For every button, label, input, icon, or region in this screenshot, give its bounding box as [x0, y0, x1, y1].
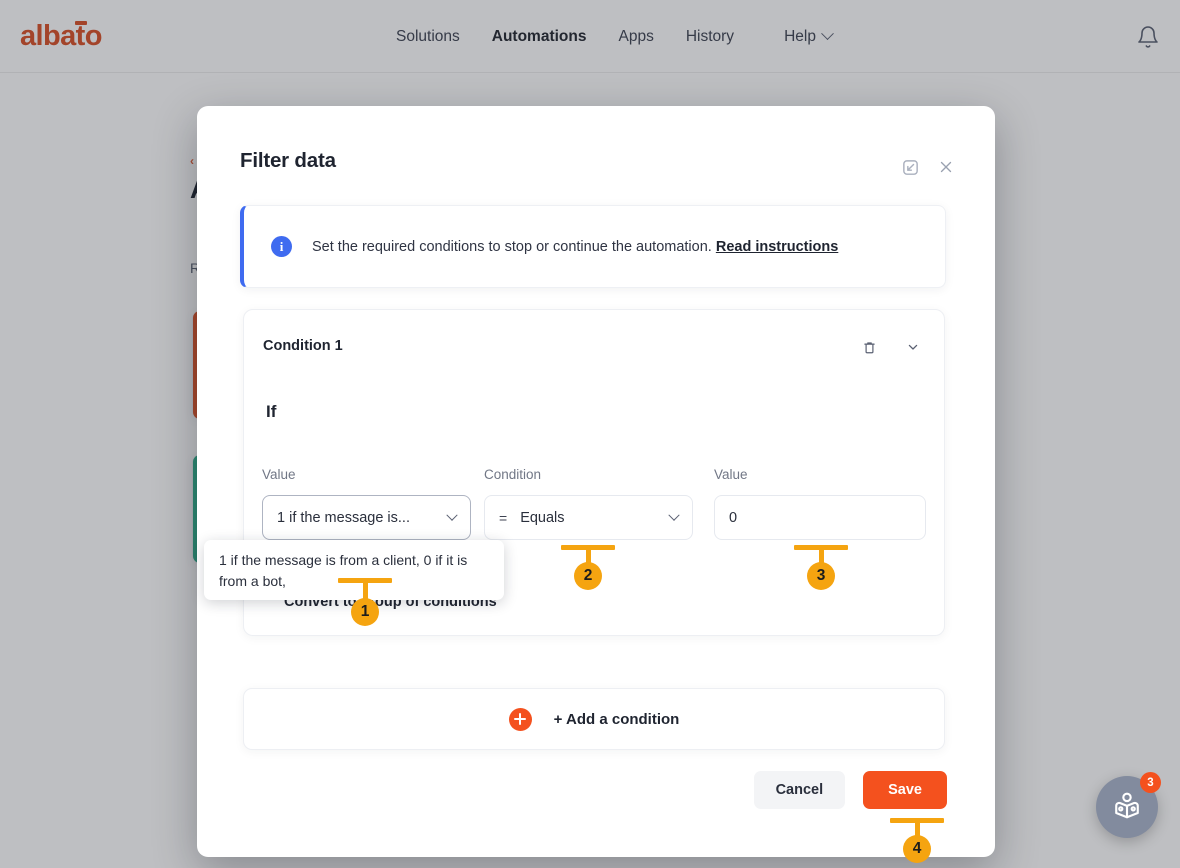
marker-number: 2 — [574, 562, 602, 590]
chevron-down-icon — [446, 509, 457, 520]
info-banner-text: Set the required conditions to stop or c… — [312, 239, 838, 255]
modal-footer: Cancel Save — [754, 771, 947, 809]
condition-fields-row: 1 if the message is... = Equals 0 — [262, 495, 932, 541]
condition-heading: Condition 1 — [263, 338, 343, 354]
app-root: albato Solutions Automations Apps Histor… — [0, 0, 1180, 868]
operator-symbol: = — [499, 510, 507, 526]
label-condition: Condition — [484, 467, 541, 482]
condition-operator-select[interactable]: = Equals — [484, 495, 693, 540]
condition-operator-value: Equals — [520, 510, 662, 526]
marker-number: 3 — [807, 562, 835, 590]
label-value-left: Value — [262, 467, 296, 482]
add-condition-button[interactable]: + Add a condition — [243, 688, 945, 750]
modal-header-actions — [899, 156, 957, 178]
value-left-select-value: 1 if the message is... — [277, 510, 440, 526]
reader-icon — [1110, 790, 1144, 824]
trash-icon[interactable] — [858, 336, 880, 358]
save-button[interactable]: Save — [863, 771, 947, 809]
label-value-right: Value — [714, 467, 748, 482]
cancel-button[interactable]: Cancel — [754, 771, 846, 809]
condition-card-actions — [858, 336, 924, 358]
modal-title: Filter data — [240, 149, 336, 173]
field-labels-row: Value Condition Value — [262, 467, 926, 485]
helper-widget-button[interactable]: 3 — [1096, 776, 1158, 838]
info-banner: i Set the required conditions to stop or… — [240, 205, 946, 288]
plus-circle-icon — [509, 708, 532, 731]
helper-badge-count: 3 — [1140, 772, 1161, 793]
marker-number: 4 — [903, 835, 931, 863]
chevron-down-icon — [668, 509, 679, 520]
info-icon: i — [271, 236, 292, 257]
add-condition-label: + Add a condition — [554, 711, 680, 728]
collapse-window-icon[interactable] — [899, 156, 921, 178]
filter-data-modal: Filter data i Set the required condition… — [197, 106, 995, 857]
value-right-input-wrap[interactable]: 0 — [714, 495, 926, 540]
close-icon[interactable] — [935, 156, 957, 178]
marker-stem — [363, 578, 368, 600]
marker-number: 1 — [351, 598, 379, 626]
chevron-down-icon[interactable] — [902, 336, 924, 358]
read-instructions-link[interactable]: Read instructions — [716, 239, 838, 255]
value-right-input[interactable]: 0 — [729, 510, 911, 526]
value-field-tooltip: 1 if the message is from a client, 0 if … — [204, 540, 504, 600]
if-label: If — [266, 402, 276, 422]
value-left-select[interactable]: 1 if the message is... — [262, 495, 471, 540]
info-banner-message: Set the required conditions to stop or c… — [312, 239, 716, 255]
